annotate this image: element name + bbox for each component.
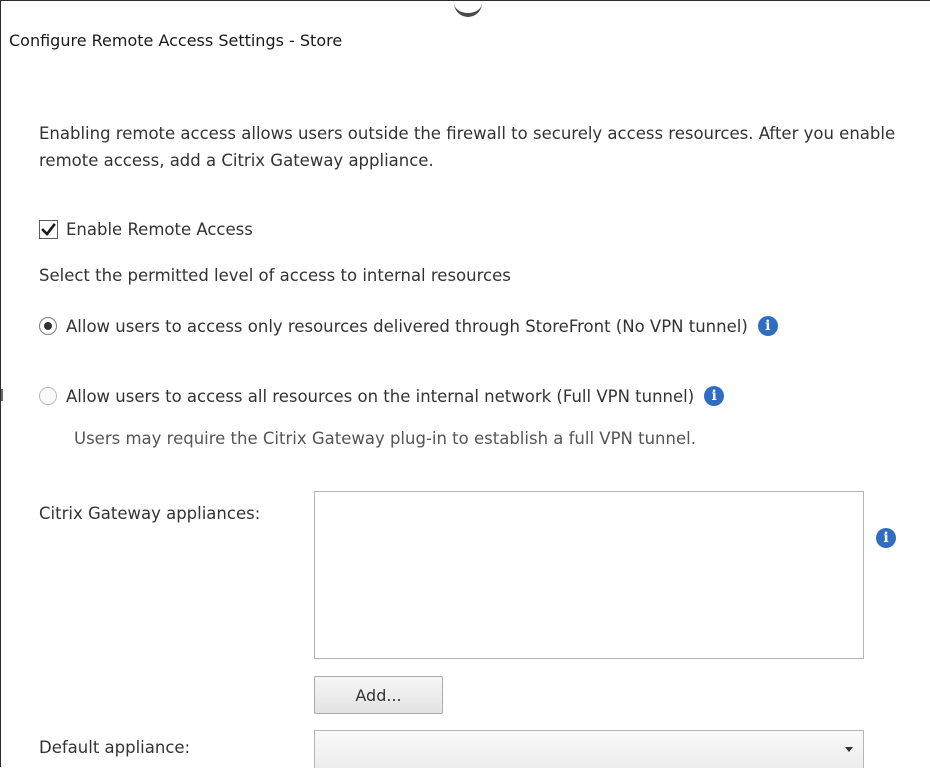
gateway-appliances-list[interactable] [314,491,864,659]
checkmark-icon [41,223,56,236]
gateway-appliances-label: Citrix Gateway appliances: [39,504,261,523]
info-icon[interactable]: i [876,528,896,548]
chevron-down-icon[interactable] [845,747,853,752]
no-vpn-option-label: Allow users to access only resources del… [66,316,748,336]
enable-remote-access-label: Enable Remote Access [66,220,253,239]
full-vpn-note: Users may require the Citrix Gateway plu… [74,429,696,448]
radio-option-full-vpn[interactable]: Allow users to access all resources on t… [39,386,725,406]
title-bar-fragment [454,1,482,17]
intro-text: Enabling remote access allows users outs… [39,124,896,170]
info-icon[interactable]: i [704,386,725,406]
window-edge-mark [1,389,3,401]
configure-remote-access-dialog: Configure Remote Access Settings - Store… [0,0,930,768]
access-level-prompt-row: Select the permitted level of access to … [39,266,511,285]
no-vpn-radio[interactable] [39,317,57,335]
radio-selected-dot [44,322,52,330]
access-level-prompt: Select the permitted level of access to … [39,266,511,285]
enable-remote-access-row[interactable]: Enable Remote Access [39,220,253,239]
radio-option-no-vpn[interactable]: Allow users to access only resources del… [39,316,778,336]
full-vpn-option-label: Allow users to access all resources on t… [66,386,695,406]
enable-remote-access-checkbox[interactable] [39,220,58,239]
default-appliance-label: Default appliance: [39,738,191,757]
dialog-title: Configure Remote Access Settings - Store [9,31,343,50]
add-appliance-button[interactable]: Add... [314,676,443,714]
full-vpn-radio[interactable] [39,387,57,405]
default-appliance-select[interactable] [314,730,864,768]
info-icon[interactable]: i [757,316,778,336]
